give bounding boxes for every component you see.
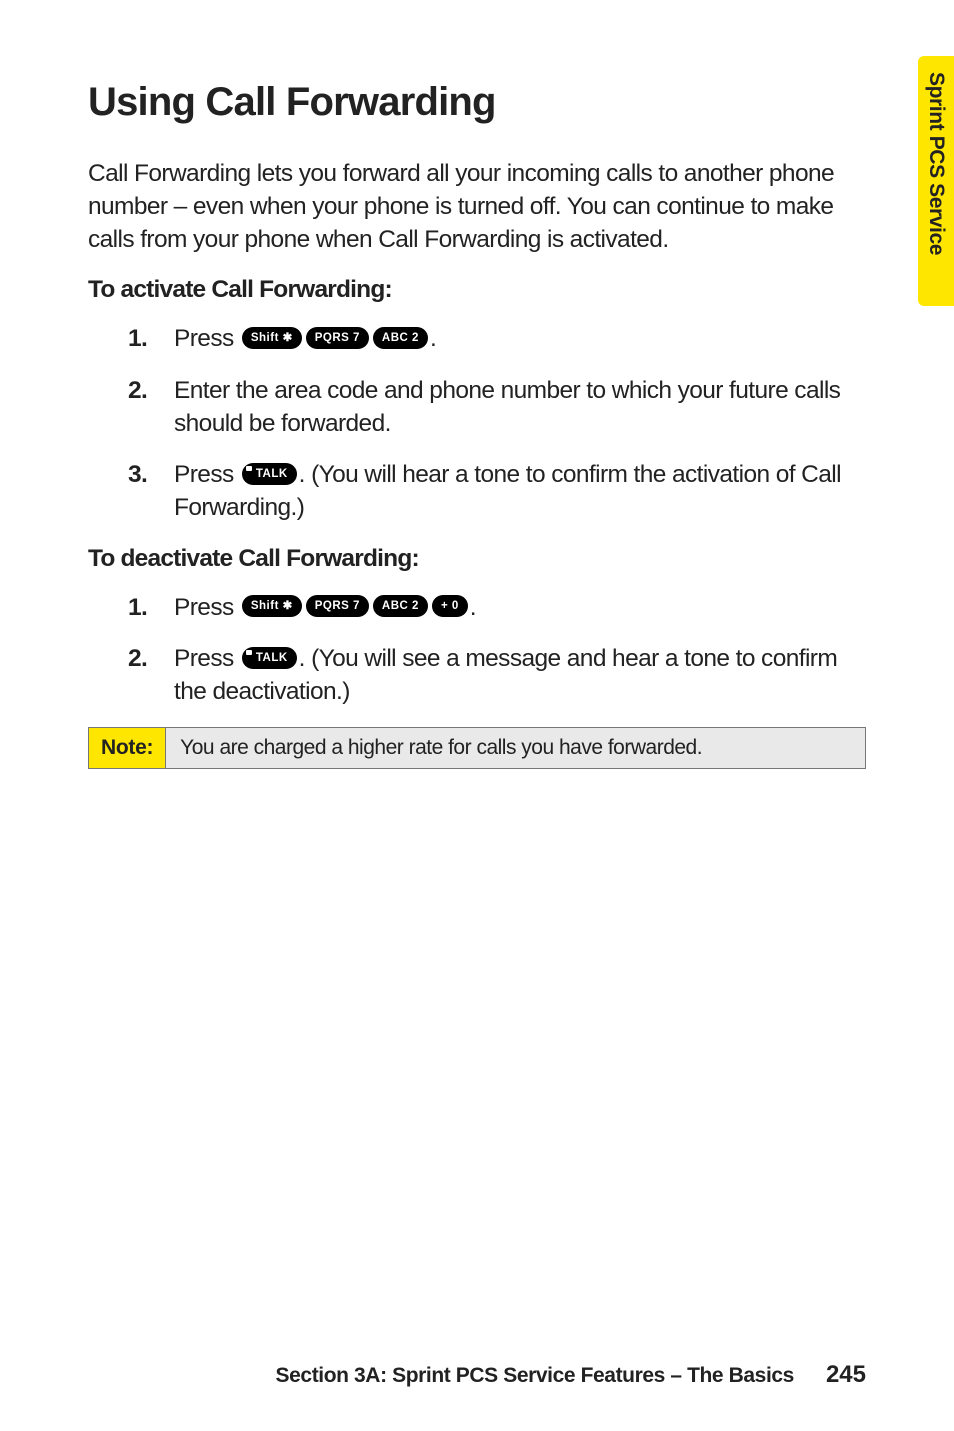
footer-section-title: Section 3A: Sprint PCS Service Features … (276, 1364, 794, 1388)
note-body: You are charged a higher rate for calls … (166, 728, 865, 768)
step-number: 2. (128, 374, 174, 441)
step-body: Press TALK. (You will see a message and … (174, 642, 866, 709)
page-title: Using Call Forwarding (88, 80, 866, 125)
key-abc2-icon: ABC 2 (373, 327, 428, 349)
key-talk-icon: TALK (242, 463, 297, 485)
side-tab-label: Sprint PCS Service (924, 56, 948, 255)
key-shift-star-icon: Shift ✱ (242, 327, 302, 349)
step-number: 2. (128, 642, 174, 709)
step-text-post: . (430, 325, 436, 352)
deactivate-heading: To deactivate Call Forwarding: (88, 545, 866, 573)
step-body: Enter the area code and phone number to … (174, 374, 866, 441)
side-tab: Sprint PCS Service (918, 56, 954, 306)
activate-step-1: 1. Press Shift ✱PQRS 7ABC 2. (128, 322, 866, 355)
deactivate-steps: 1. Press Shift ✱PQRS 7ABC 2+ 0. 2. Press… (128, 591, 866, 709)
step-body: Press TALK. (You will hear a tone to con… (174, 458, 866, 525)
key-pqrs7-icon: PQRS 7 (306, 327, 369, 349)
activate-step-3: 3. Press TALK. (You will hear a tone to … (128, 458, 866, 525)
step-number: 3. (128, 458, 174, 525)
step-number: 1. (128, 591, 174, 624)
step-body: Press Shift ✱PQRS 7ABC 2. (174, 322, 866, 355)
key-abc2-icon: ABC 2 (373, 595, 428, 617)
page-footer: Section 3A: Sprint PCS Service Features … (88, 1361, 866, 1389)
activate-steps: 1. Press Shift ✱PQRS 7ABC 2. 2. Enter th… (128, 322, 866, 525)
step-number: 1. (128, 322, 174, 355)
key-pqrs7-icon: PQRS 7 (306, 595, 369, 617)
step-text-pre: Press (174, 325, 240, 352)
deactivate-step-2: 2. Press TALK. (You will see a message a… (128, 642, 866, 709)
step-text-pre: Press (174, 594, 240, 621)
note-box: Note: You are charged a higher rate for … (88, 727, 866, 769)
step-text-pre: Press (174, 461, 240, 488)
step-text-pre: Press (174, 645, 240, 672)
key-plus0-icon: + 0 (432, 595, 468, 617)
note-label: Note: (89, 728, 166, 768)
key-shift-star-icon: Shift ✱ (242, 595, 302, 617)
manual-page: Sprint PCS Service Using Call Forwarding… (0, 0, 954, 1431)
step-body: Press Shift ✱PQRS 7ABC 2+ 0. (174, 591, 866, 624)
activate-heading: To activate Call Forwarding: (88, 276, 866, 304)
activate-step-2: 2. Enter the area code and phone number … (128, 374, 866, 441)
step-text-post: . (470, 594, 476, 621)
intro-paragraph: Call Forwarding lets you forward all you… (88, 157, 848, 256)
key-talk-icon: TALK (242, 647, 297, 669)
footer-page-number: 245 (826, 1361, 866, 1389)
deactivate-step-1: 1. Press Shift ✱PQRS 7ABC 2+ 0. (128, 591, 866, 624)
